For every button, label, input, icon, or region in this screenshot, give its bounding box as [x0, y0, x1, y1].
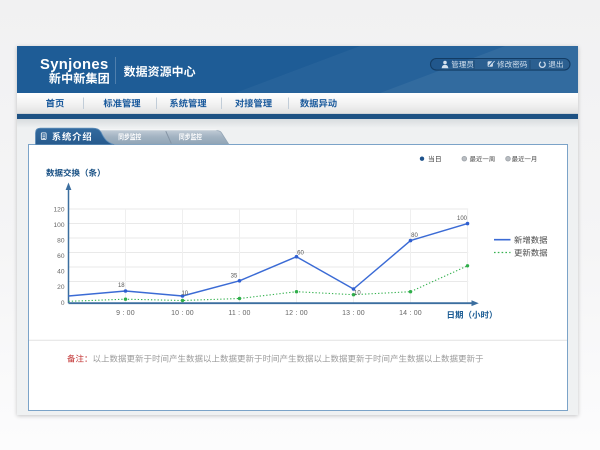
svg-text:13 : 00: 13 : 00 [342, 310, 365, 317]
svg-text:10 : 00: 10 : 00 [171, 310, 194, 317]
svg-text:10: 10 [181, 291, 188, 297]
svg-text:120: 120 [53, 206, 64, 213]
svg-text:0: 0 [61, 300, 65, 307]
svg-text:18: 18 [118, 283, 125, 289]
svg-text:80: 80 [57, 238, 65, 245]
svg-text:14 : 00: 14 : 00 [399, 310, 422, 317]
svg-text:10: 10 [354, 290, 361, 296]
svg-text:60: 60 [57, 253, 65, 260]
svg-text:35: 35 [231, 274, 238, 280]
svg-text:20: 20 [57, 284, 65, 291]
svg-text:60: 60 [297, 251, 304, 257]
svg-text:12 : 00: 12 : 00 [285, 310, 308, 317]
svg-text:9 : 00: 9 : 00 [116, 310, 135, 317]
svg-text:11 : 00: 11 : 00 [228, 310, 250, 317]
svg-text:100: 100 [457, 216, 468, 222]
svg-text:Synjones: Synjones [40, 57, 109, 73]
svg-text:40: 40 [57, 269, 65, 276]
svg-text:80: 80 [411, 233, 418, 239]
svg-text:100: 100 [53, 222, 64, 229]
